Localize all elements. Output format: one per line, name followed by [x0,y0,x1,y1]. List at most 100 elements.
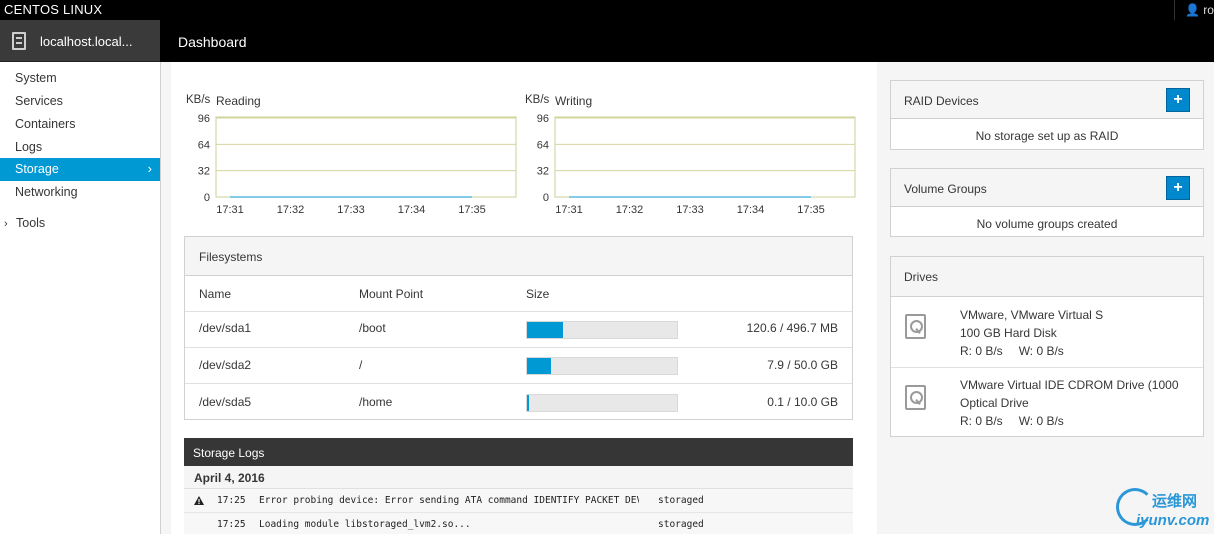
drive-write-rate: W: 0 B/s [1018,344,1064,358]
y-tick-label: 0 [543,192,549,204]
usage-bar [526,357,678,375]
fs-name: /dev/sda5 [199,395,252,409]
sidebar-item-label: Containers [15,117,76,131]
plus-icon: + [1173,91,1183,108]
user-name: root [1203,3,1214,17]
x-tick-label: 17:32 [616,204,644,216]
log-time: 17:25 [217,519,246,530]
card-title: Volume Groups [904,182,987,196]
host-selector[interactable]: localhost.local... [0,20,160,62]
column-header-mount: Mount Point [359,287,424,301]
log-source: storaged [658,495,704,506]
sidebar-item-label: Services [15,94,63,108]
fs-size: 7.9 / 50.0 GB [767,358,838,372]
raid-empty-message: No storage set up as RAID [975,129,1119,143]
sidebar-item-storage[interactable]: Storage › [0,158,160,181]
row-divider [185,311,852,312]
sidebar-item-label: System [15,71,57,85]
usage-bar [526,394,678,412]
user-icon: 👤 [1185,3,1200,17]
chevron-right-icon: › [147,161,152,176]
drive-item[interactable]: VMware, VMware Virtual S 100 GB Hard Dis… [891,298,1203,368]
x-tick-label: 17:33 [676,204,704,216]
drive-read-rate: R: 0 B/s [960,414,1003,428]
fs-mount: /boot [359,321,386,335]
watermark: 运维网 iyunv.com [1112,486,1214,532]
filesystems-panel: Filesystems Name Mount Point Size /dev/s… [184,236,853,420]
y-tick-label: 32 [198,166,210,178]
fs-size: 0.1 / 10.0 GB [767,395,838,409]
usage-bar-fill [527,358,551,374]
watermark-text: 运维网 [1152,493,1198,510]
x-tick-label: 17:34 [398,204,426,216]
volume-groups-header: Volume Groups + [891,169,1203,207]
writing-chart-svg: 96 64 32 0 17:31 17:32 17:33 17:34 17:35 [537,113,856,216]
optical-drive-icon [905,385,926,410]
user-menu[interactable]: 👤 root [1174,0,1214,20]
sidebar-item-label: Networking [15,185,78,199]
drive-name: VMware Virtual IDE CDROM Drive (1000 [960,378,1179,392]
y-tick-label: 96 [537,113,549,125]
fs-name: /dev/sda1 [199,321,252,335]
chart-frame [215,116,517,198]
log-time: 17:25 [217,495,246,506]
drive-read-rate: R: 0 B/s [960,344,1003,358]
drive-type: Optical Drive [960,396,1029,410]
fs-name: /dev/sda2 [199,358,252,372]
sidebar-item-containers[interactable]: Containers [0,113,160,136]
sidebar-item-label: Storage [15,162,59,176]
card-title: Drives [904,270,939,284]
sidebar-item-services[interactable]: Services [0,90,160,113]
watermark-url: iyunv.com [1136,512,1210,529]
hard-disk-icon [905,314,926,339]
drive-rates: R: 0 B/s W: 0 B/s [960,344,1064,358]
chart-frame [554,116,856,198]
drive-type: 100 GB Hard Disk [960,326,1057,340]
reading-chart: KB/s Reading 96 64 32 0 17:31 17:32 17:33 17:34… [186,90,526,220]
host-name: localhost.local... [40,34,133,49]
row-divider [185,383,852,384]
plus-icon: + [1173,179,1183,196]
x-tick-label: 17:34 [737,204,765,216]
sidebar-item-system[interactable]: System [0,67,160,90]
log-entry[interactable]: 17:25 Loading module libstoraged_lvm2.so… [184,513,853,534]
sidebar-item-logs[interactable]: Logs [0,136,160,159]
add-volume-group-button[interactable]: + [1166,176,1190,200]
y-tick-label: 32 [537,166,549,178]
sidebar: System Services Containers Logs Storage ›… [0,62,161,534]
sidebar-item-networking[interactable]: Networking [0,181,160,204]
page-header: Dashboard [160,20,1214,62]
usage-bar-fill [527,395,529,411]
log-message: Loading module libstoraged_lvm2.so... [259,519,471,530]
x-tick-label: 17:35 [797,204,825,216]
drive-rates: R: 0 B/s W: 0 B/s [960,414,1064,428]
log-source: storaged [658,519,704,530]
server-icon [12,32,26,50]
filesystems-header: Filesystems [185,237,852,276]
drive-write-rate: W: 0 B/s [1018,414,1064,428]
y-tick-label: 96 [198,113,210,125]
chevron-right-icon: › [4,218,8,230]
writing-chart: KB/s Writing 96 64 32 0 17:31 17:32 17:33 17:34… [525,90,865,220]
log-message: Error probing device: Error sending ATA … [259,495,639,506]
reading-chart-svg: 96 64 32 0 17:31 17:32 17:33 17:34 17:35 [198,113,517,216]
column-header-name: Name [199,287,232,301]
drive-item[interactable]: VMware Virtual IDE CDROM Drive (1000 Opt… [891,369,1203,439]
volume-groups-empty-message: No volume groups created [976,217,1118,231]
usage-bar [526,321,678,339]
panel-title: Filesystems [199,250,263,264]
volume-groups-card: Volume Groups + No volume groups created [890,168,1204,237]
x-tick-label: 17:32 [277,204,305,216]
logs-date: April 4, 2016 [184,466,853,489]
x-tick-label: 17:31 [216,204,244,216]
add-raid-button[interactable]: + [1166,88,1190,112]
log-entry[interactable]: 17:25 Error probing device: Error sendin… [184,489,853,513]
warning-icon [194,496,204,505]
x-tick-label: 17:31 [555,204,583,216]
sidebar-item-label: Logs [15,140,43,154]
sidebar-item-tools[interactable]: › Tools [0,212,160,235]
page-title: Dashboard [178,34,247,50]
row-divider [185,347,852,348]
fs-size: 120.6 / 496.7 MB [746,321,838,335]
drives-card: Drives VMware, VMware Virtual S 100 GB H… [890,256,1204,437]
